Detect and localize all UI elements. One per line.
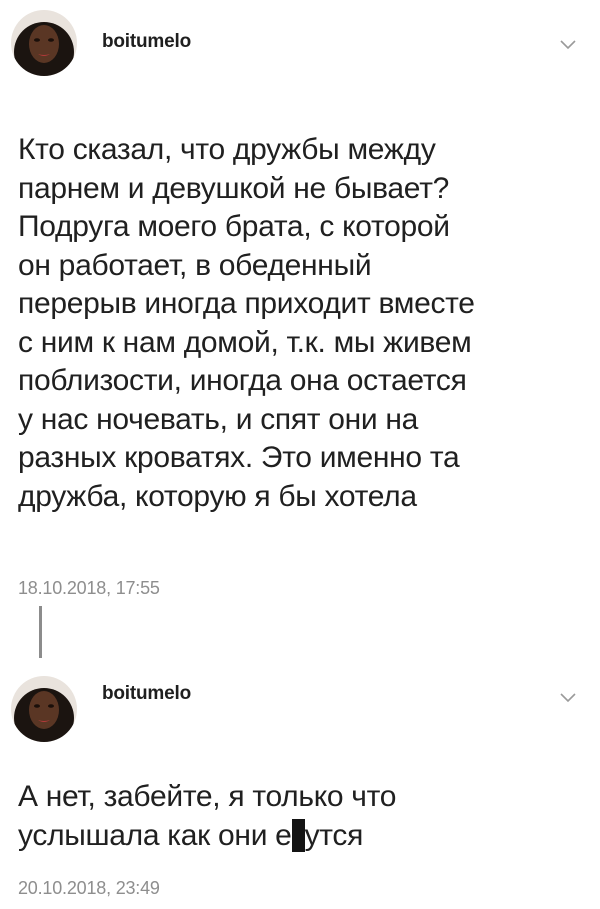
- tweet: boitumelo А нет, забейте, я только что у…: [0, 660, 600, 909]
- chevron-down-icon[interactable]: [560, 40, 576, 50]
- username[interactable]: boitumelo: [102, 31, 191, 53]
- timestamp[interactable]: 20.10.2018, 23:49: [18, 878, 160, 899]
- thread-connector-line: [39, 606, 42, 658]
- tweet-text-line2-end: утся: [304, 818, 364, 852]
- tweet-text-line2-start: услышала как они е: [18, 818, 292, 852]
- avatar[interactable]: [11, 676, 77, 742]
- censor-bar: [291, 818, 305, 852]
- tweet-text: Кто сказал, что дружбы между парнем и де…: [18, 133, 475, 513]
- tweet-text-line1: А нет, забейте, я только что: [18, 780, 397, 813]
- username[interactable]: boitumelo: [102, 683, 191, 705]
- chevron-down-icon[interactable]: [560, 693, 576, 703]
- tweet-text: А нет, забейте, я только что услышала ка…: [18, 778, 588, 855]
- avatar[interactable]: [11, 10, 77, 76]
- timestamp[interactable]: 18.10.2018, 17:55: [18, 578, 160, 599]
- tweet: boitumelo Кто сказал, что дружбы между п…: [0, 0, 600, 606]
